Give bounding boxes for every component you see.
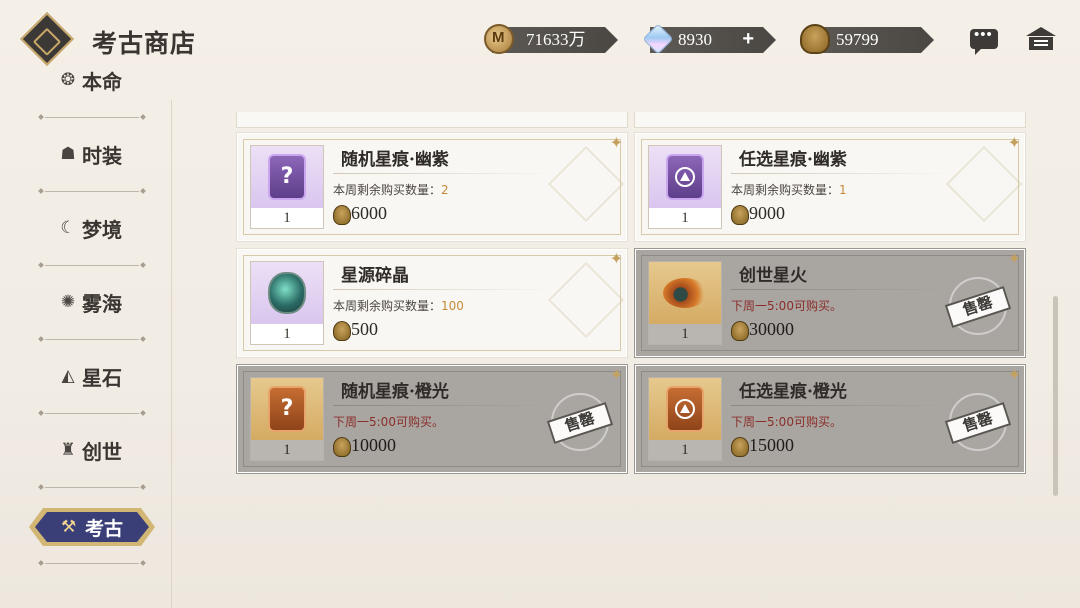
divider	[45, 487, 139, 488]
sparkle-icon: ✦	[609, 249, 623, 268]
sidebar-item-benming[interactable]: ❂ 本命	[0, 60, 172, 100]
shop-item-card[interactable]: ✦ 1 创世星火 下周一5:00可购买。 30000 售罄	[634, 248, 1026, 358]
creation-icon: ♜	[60, 440, 76, 460]
item-thumbnail: ? 1	[250, 145, 324, 229]
add-crystal-button[interactable]: +	[742, 26, 754, 52]
divider	[45, 413, 139, 414]
item-thumbnail: 1	[250, 261, 324, 345]
sparkle-icon: ✦	[609, 365, 623, 384]
item-thumbnail: 1	[648, 261, 722, 345]
restock-note: 下周一5:00可购买。	[731, 299, 842, 313]
shop-scrollbar[interactable]	[1053, 112, 1059, 498]
item-name: 随机星痕·橙光	[341, 382, 449, 402]
sidebar-item-label: 创世	[82, 440, 122, 464]
sidebar-item-star-stone[interactable]: ◭ 星石	[0, 356, 172, 396]
item-thumbnail: 1	[648, 145, 722, 229]
home-icon[interactable]	[1026, 27, 1056, 51]
crystal-amount: 8930	[678, 30, 712, 49]
soul-icon: ❂	[60, 70, 76, 90]
shell-icon	[800, 24, 830, 54]
item-name: 任选星痕·橙光	[739, 382, 847, 402]
item-quantity: 1	[649, 324, 721, 344]
shell-icon	[333, 205, 351, 225]
shop-item-card[interactable]: ✦ ? 1 随机星痕·幽紫 本周剩余购买数量：2 6000	[236, 132, 628, 242]
item-thumbnail: ? 1	[250, 377, 324, 461]
divider	[45, 265, 139, 266]
shell-icon	[731, 437, 749, 457]
coin-amount: 71633万	[526, 30, 586, 49]
item-quantity: 1	[251, 440, 323, 460]
shell-amount: 59799	[836, 30, 879, 49]
sidebar-item-label: 考古	[85, 518, 124, 540]
sidebar-item-label: 雾海	[82, 292, 122, 316]
purchase-limit: 本周剩余购买数量：1	[731, 183, 847, 197]
purchase-limit: 本周剩余购买数量：100	[333, 299, 464, 313]
sparkle-icon: ✦	[1007, 249, 1021, 268]
select-scroll-icon	[666, 154, 704, 200]
crystal-shard-icon	[268, 272, 306, 314]
sidebar-item-mist-sea[interactable]: ✺ 雾海	[0, 282, 172, 322]
shell-icon	[333, 437, 351, 457]
sparkle-icon: ✦	[1007, 133, 1021, 152]
restock-note: 下周一5:00可购买。	[731, 415, 842, 429]
sidebar-item-label: 本命	[82, 70, 122, 94]
previous-row-card	[634, 112, 1026, 128]
shop-item-card[interactable]: ✦ 1 任选星痕·橙光 下周一5:00可购买。 15000 售罄	[634, 364, 1026, 474]
star-fire-icon	[663, 278, 707, 308]
item-name: 随机星痕·幽紫	[341, 150, 449, 170]
item-quantity: 1	[251, 324, 323, 344]
moon-icon: ☾	[60, 218, 76, 238]
shop-item-card[interactable]: ✦ ? 1 随机星痕·橙光 下周一5:00可购买。 10000 售罄	[236, 364, 628, 474]
sidebar-item-label: 星石	[82, 366, 122, 390]
sidebar-item-label: 时装	[82, 144, 122, 168]
shop-logo-icon	[20, 12, 74, 66]
shovel-icon: ⚒	[61, 517, 77, 537]
category-sidebar: ❂ 本命 ☗ 时装 ☾ 梦境 ✺ 雾海 ◭ 星石 ♜ 创世 ⚒ 考古	[0, 60, 172, 608]
shell-icon	[333, 321, 351, 341]
divider	[45, 191, 139, 192]
shell-icon	[731, 321, 749, 341]
chat-icon[interactable]	[970, 26, 998, 55]
shop-item-card[interactable]: ✦ 1 任选星痕·幽紫 本周剩余购买数量：1 9000	[634, 132, 1026, 242]
sidebar-item-label: 梦境	[82, 218, 122, 242]
select-scroll-icon	[666, 386, 704, 432]
purchase-limit: 本周剩余购买数量：2	[333, 183, 449, 197]
sparkle-icon: ✦	[609, 133, 623, 152]
divider	[45, 117, 139, 118]
shop-item-card[interactable]: ✦ 1 星源碎晶 本周剩余购买数量：100 500	[236, 248, 628, 358]
item-name: 星源碎晶	[341, 266, 409, 286]
random-scroll-icon: ?	[268, 386, 306, 432]
shop-item-grid: ✦ ? 1 随机星痕·幽紫 本周剩余购买数量：2 6000 ✦ 1 任选星痕·幽…	[236, 112, 1026, 482]
sidebar-item-dream[interactable]: ☾ 梦境	[0, 208, 172, 248]
random-scroll-icon: ?	[268, 154, 306, 200]
shell-icon	[731, 205, 749, 225]
divider	[45, 563, 139, 564]
sidebar-item-creation[interactable]: ♜ 创世	[0, 430, 172, 470]
hat-icon: ☗	[60, 144, 76, 164]
divider	[45, 339, 139, 340]
coin-icon	[484, 24, 514, 54]
item-quantity: 1	[649, 208, 721, 228]
scrollbar-thumb[interactable]	[1053, 296, 1058, 496]
item-thumbnail: 1	[648, 377, 722, 461]
restock-note: 下周一5:00可购买。	[333, 415, 444, 429]
item-quantity: 1	[649, 440, 721, 460]
item-name: 任选星痕·幽紫	[739, 150, 847, 170]
item-quantity: 1	[251, 208, 323, 228]
sparkle-icon: ✦	[1007, 365, 1021, 384]
previous-row-card	[236, 112, 628, 128]
mist-icon: ✺	[60, 292, 76, 312]
sidebar-item-archaeology[interactable]: ⚒ 考古	[35, 512, 149, 542]
sidebar-item-fashion[interactable]: ☗ 时装	[0, 134, 172, 174]
item-name: 创世星火	[739, 266, 807, 286]
page-title: 考古商店	[92, 29, 197, 58]
star-stone-icon: ◭	[61, 366, 75, 386]
